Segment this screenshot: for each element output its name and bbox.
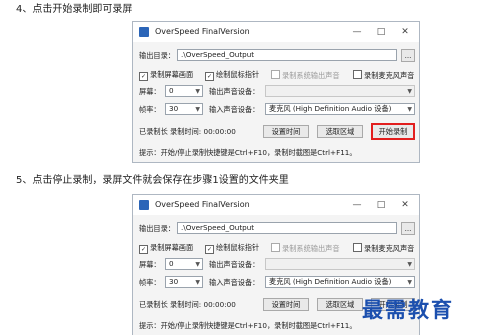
record-status: 已录制长 录制时间: 00:00:00 bbox=[139, 127, 236, 136]
recorder-window-1: OverSpeed FinalVersion — □ ✕ 输出目录： .\Ove… bbox=[132, 21, 420, 163]
close-icon[interactable]: ✕ bbox=[397, 25, 413, 39]
maximize-icon[interactable]: □ bbox=[373, 198, 389, 212]
checkbox-checked-icon: ✓ bbox=[205, 245, 214, 254]
output-dir-input[interactable]: .\OverSpeed_Output bbox=[177, 222, 397, 234]
record-system-audio-label: 录制系统输出声音 bbox=[282, 244, 340, 253]
chevron-down-icon: ▼ bbox=[195, 261, 200, 268]
screen-select[interactable]: 0 ▼ bbox=[165, 85, 203, 97]
input-audio-select[interactable]: 麦克风 (High Definition Audio 设备) ▼ bbox=[265, 103, 415, 115]
fps-label: 帧率： bbox=[139, 105, 161, 114]
record-mic-label: 录制麦克风声音 bbox=[364, 244, 415, 253]
fps-label: 帧率： bbox=[139, 278, 161, 287]
record-system-audio-checkbox[interactable]: 录制系统输出声音 bbox=[271, 243, 340, 253]
input-audio-label: 输入声音设备： bbox=[209, 278, 260, 287]
screen-value: 0 bbox=[169, 259, 174, 268]
window-title: OverSpeed FinalVersion bbox=[155, 27, 250, 36]
screen-label: 屏幕： bbox=[139, 260, 161, 269]
browse-button[interactable]: ... bbox=[401, 49, 415, 62]
select-region-button[interactable]: 选取区域 bbox=[317, 298, 363, 311]
input-audio-select[interactable]: 麦克风 (High Definition Audio 设备) ▼ bbox=[265, 276, 415, 288]
select-region-button[interactable]: 选取区域 bbox=[317, 125, 363, 138]
record-screen-label: 录制屏幕画面 bbox=[150, 70, 194, 79]
chevron-down-icon: ▼ bbox=[195, 88, 200, 95]
output-audio-select[interactable]: ▼ bbox=[265, 85, 415, 97]
record-mic-checkbox[interactable]: 录制麦克风声音 bbox=[353, 70, 414, 80]
record-screen-label: 录制屏幕画面 bbox=[150, 243, 194, 252]
watermark-logo: 最需教育 bbox=[362, 297, 454, 322]
chevron-down-icon: ▼ bbox=[407, 279, 412, 286]
close-icon[interactable]: ✕ bbox=[397, 198, 413, 212]
chevron-down-icon: ▼ bbox=[195, 279, 200, 286]
chevron-down-icon: ▼ bbox=[195, 106, 200, 113]
record-screen-checkbox[interactable]: ✓ 录制屏幕画面 bbox=[139, 70, 193, 81]
record-mic-label: 录制麦克风声音 bbox=[364, 71, 415, 80]
checkbox-checked-icon: ✓ bbox=[139, 245, 148, 254]
record-screen-checkbox[interactable]: ✓ 录制屏幕画面 bbox=[139, 243, 193, 254]
maximize-icon[interactable]: □ bbox=[373, 25, 389, 39]
output-audio-label: 输出声音设备： bbox=[209, 87, 260, 96]
checkbox-checked-icon: ✓ bbox=[205, 72, 214, 81]
browse-button[interactable]: ... bbox=[401, 222, 415, 235]
step-5-text: 5、点击停止录制，录屏文件就会保存在步骤1设置的文件夹里 bbox=[16, 175, 289, 186]
window-title: OverSpeed FinalVersion bbox=[155, 200, 250, 209]
app-icon bbox=[139, 200, 149, 210]
input-audio-value: 麦克风 (High Definition Audio 设备) bbox=[269, 277, 392, 286]
minimize-icon[interactable]: — bbox=[349, 25, 365, 39]
record-system-audio-label: 录制系统输出声音 bbox=[282, 71, 340, 80]
set-time-button[interactable]: 设置时间 bbox=[263, 125, 309, 138]
record-system-audio-checkbox[interactable]: 录制系统输出声音 bbox=[271, 70, 340, 80]
set-time-button[interactable]: 设置时间 bbox=[263, 298, 309, 311]
minimize-icon[interactable]: — bbox=[349, 198, 365, 212]
checkbox-unchecked-icon bbox=[353, 70, 362, 79]
record-mic-checkbox[interactable]: 录制麦克风声音 bbox=[353, 243, 414, 253]
step-4-text: 4、点击开始录制即可录屏 bbox=[16, 4, 133, 15]
title-bar: OverSpeed FinalVersion — □ ✕ bbox=[133, 22, 419, 42]
chevron-down-icon: ▼ bbox=[407, 88, 412, 95]
record-status: 已录制长 录制时间: 00:00:00 bbox=[139, 300, 236, 309]
fps-select[interactable]: 30 ▼ bbox=[165, 103, 203, 115]
output-audio-select[interactable]: ▼ bbox=[265, 258, 415, 270]
fps-select[interactable]: 30 ▼ bbox=[165, 276, 203, 288]
output-dir-label: 输出目录： bbox=[139, 51, 175, 60]
output-audio-label: 输出声音设备： bbox=[209, 260, 260, 269]
fps-value: 30 bbox=[169, 104, 179, 113]
input-audio-value: 麦克风 (High Definition Audio 设备) bbox=[269, 104, 392, 113]
checkbox-checked-icon: ✓ bbox=[139, 72, 148, 81]
app-icon bbox=[139, 27, 149, 37]
fps-value: 30 bbox=[169, 277, 179, 286]
start-record-button[interactable]: 开始录制 bbox=[371, 123, 415, 140]
draw-cursor-checkbox[interactable]: ✓ 绘制鼠标指针 bbox=[205, 70, 259, 81]
input-audio-label: 输入声音设备： bbox=[209, 105, 260, 114]
draw-cursor-checkbox[interactable]: ✓ 绘制鼠标指针 bbox=[205, 243, 259, 254]
screen-label: 屏幕： bbox=[139, 87, 161, 96]
output-dir-label: 输出目录： bbox=[139, 224, 175, 233]
checkbox-unchecked-icon bbox=[271, 243, 280, 252]
chevron-down-icon: ▼ bbox=[407, 106, 412, 113]
output-dir-input[interactable]: .\OverSpeed_Output bbox=[177, 49, 397, 61]
checkbox-unchecked-icon bbox=[271, 70, 280, 79]
title-bar: OverSpeed FinalVersion — □ ✕ bbox=[133, 195, 419, 215]
checkbox-unchecked-icon bbox=[353, 243, 362, 252]
screen-value: 0 bbox=[169, 86, 174, 95]
screen-select[interactable]: 0 ▼ bbox=[165, 258, 203, 270]
draw-cursor-label: 绘制鼠标指针 bbox=[216, 243, 260, 252]
chevron-down-icon: ▼ bbox=[407, 261, 412, 268]
draw-cursor-label: 绘制鼠标指针 bbox=[216, 70, 260, 79]
hint-text: 提示：开始/停止录制快捷键是Ctrl+F10，录制时截图是Ctrl+F11。 bbox=[139, 321, 357, 330]
hint-text: 提示：开始/停止录制快捷键是Ctrl+F10，录制时截图是Ctrl+F11。 bbox=[139, 148, 357, 157]
